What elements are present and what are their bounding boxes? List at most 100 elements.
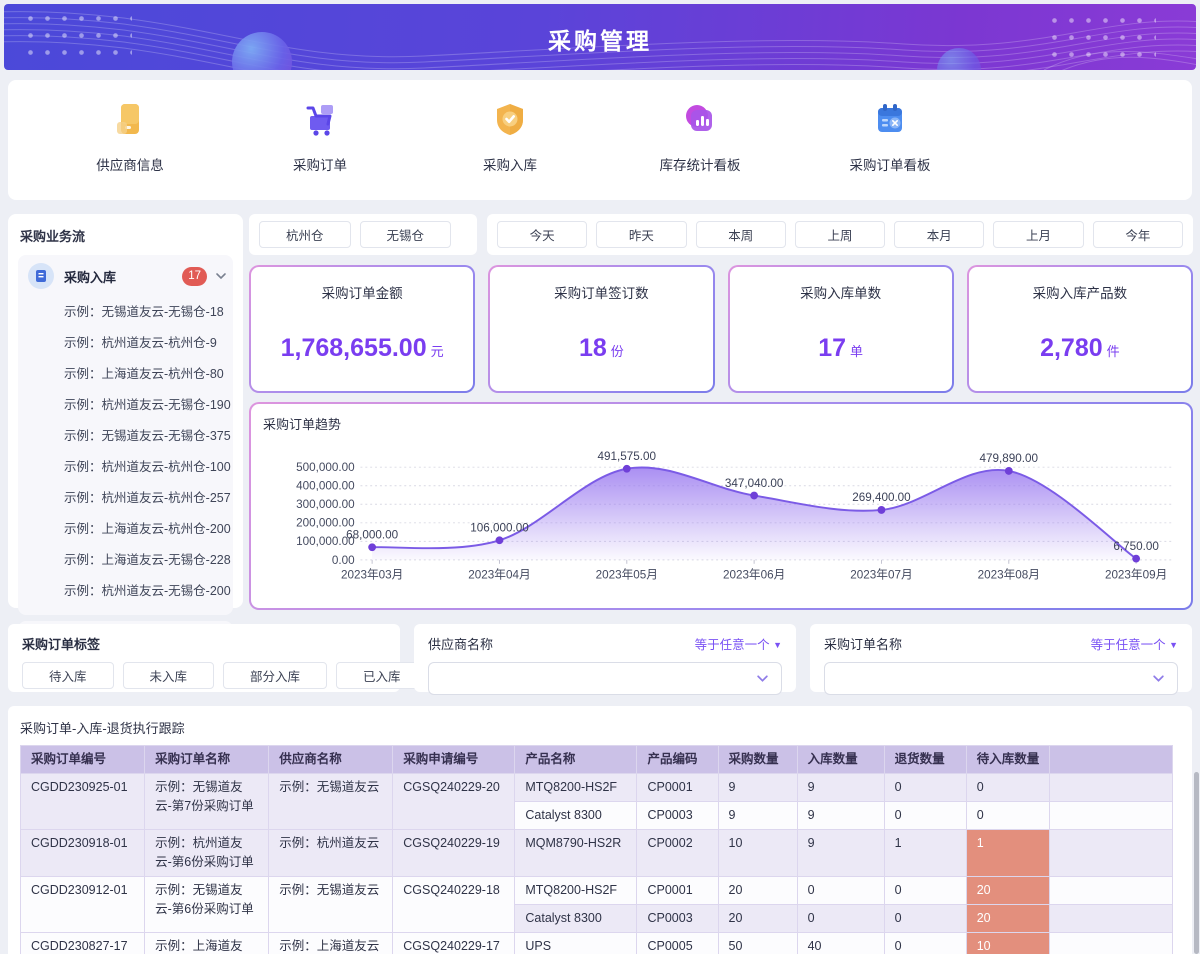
order-name-cell: 示例：无锡道友云-第6份采购订单: [145, 877, 269, 933]
sidebar-doc-item[interactable]: 示例：杭州道友云-杭州仓-100: [24, 450, 227, 481]
table-row[interactable]: CGDD230912-01示例：无锡道友云-第6份采购订单示例：无锡道友云CGS…: [21, 877, 1173, 905]
kpi-value: 17单: [730, 334, 952, 363]
order-name-cell: 示例：上海道友云-第7份采购订单: [145, 933, 269, 954]
order-name-cell: 示例：无锡道友云-第7份采购订单: [145, 774, 269, 830]
period-tab[interactable]: 本月: [894, 221, 984, 248]
product-code-cell: CP0001: [637, 877, 718, 905]
warehouse-tab[interactable]: 杭州仓: [259, 221, 351, 248]
order-tag-button[interactable]: 待入库: [22, 662, 114, 689]
request-no-cell: CGSQ240229-20: [393, 774, 515, 830]
sidebar-doc-item[interactable]: 示例：上海道友云-杭州仓-200: [24, 512, 227, 543]
purchase-qty-cell: 20: [718, 877, 797, 905]
sidebar-doc-item[interactable]: 示例：无锡道友云-无锡仓-18: [24, 295, 227, 326]
svg-text:2023年07月: 2023年07月: [850, 567, 912, 581]
table-row[interactable]: CGDD230918-01示例：杭州道友云-第6份采购订单示例：杭州道友云CGS…: [21, 830, 1173, 877]
svg-text:68,000.00: 68,000.00: [346, 528, 398, 541]
svg-text:2023年06月: 2023年06月: [723, 567, 785, 581]
nav-item-inventory-board[interactable]: 库存统计看板: [640, 100, 760, 174]
main-panel: 杭州仓无锡仓 今天昨天本周上周本月上月今年 采购订单金额1,768,655.00…: [249, 214, 1193, 610]
sidebar-group-inbound: 采购入库 17 示例：无锡道友云-无锡仓-18示例：杭州道友云-杭州仓-9示例：…: [18, 255, 233, 615]
pending-qty-cell: 0: [966, 802, 1049, 830]
product-name-cell: MTQ8200-HS2F: [515, 774, 637, 802]
order-name-select[interactable]: [824, 662, 1178, 695]
product-code-cell: CP0001: [637, 774, 718, 802]
sidebar-doc-item[interactable]: 示例：无锡道友云-无锡仓-375: [24, 419, 227, 450]
product-name-cell: UPS: [515, 933, 637, 954]
purchase-qty-cell: 9: [718, 774, 797, 802]
supplier-select[interactable]: [428, 662, 782, 695]
page-scrollbar-thumb[interactable]: [1194, 772, 1199, 954]
order-tag-button[interactable]: 部分入库: [223, 662, 327, 689]
table-row[interactable]: CGDD230925-01示例：无锡道友云-第7份采购订单示例：无锡道友云CGS…: [21, 774, 1173, 802]
kpi-card: 采购入库单数17单: [728, 265, 954, 393]
supplier-filter-label: 供应商名称: [428, 634, 493, 653]
nav-item-purchase-order[interactable]: 采购订单: [260, 100, 380, 174]
table-body: CGDD230925-01示例：无锡道友云-第7份采购订单示例：无锡道友云CGS…: [21, 774, 1173, 954]
supplier-condition-link[interactable]: 等于任意一个 ▼: [695, 634, 782, 653]
sidebar-doc-item[interactable]: 示例：杭州道友云-无锡仓-200: [24, 574, 227, 605]
chevron-down-icon: [756, 672, 769, 685]
nav-item-order-board[interactable]: 采购订单看板: [830, 100, 950, 174]
warehouse-tab[interactable]: 无锡仓: [360, 221, 452, 248]
table-row[interactable]: CGDD230827-17示例：上海道友云-第7份采购订单示例：上海道友云CGS…: [21, 933, 1173, 954]
kpi-value: 18份: [490, 334, 712, 363]
sidebar-doc-item[interactable]: 示例：上海道友云-无锡仓-228: [24, 543, 227, 574]
nav-item-supplier-info[interactable]: 供应商信息: [70, 100, 190, 174]
document-icon: [28, 263, 54, 289]
filter-row: 采购订单标签 待入库未入库部分入库已入库 供应商名称 等于任意一个 ▼ 采购订单…: [8, 624, 1192, 692]
area-chart-svg: 0.00100,000.00200,000.00300,000.00400,00…: [263, 435, 1179, 595]
period-tab[interactable]: 今年: [1093, 221, 1183, 248]
svg-text:2023年05月: 2023年05月: [596, 567, 658, 581]
table-header-cell: 退货数量: [884, 746, 966, 774]
trend-chart-card: 采购订单趋势 0.00100,000.00200,000.00300,000.0…: [249, 402, 1193, 610]
tracking-table-card: 采购订单-入库-退货执行跟踪 采购订单编号采购订单名称供应商名称采购申请编号产品…: [8, 706, 1192, 954]
inbound-qty-cell: 9: [797, 830, 884, 877]
purchase-qty-cell: 50: [718, 933, 797, 954]
spacer-cell: [1049, 802, 1172, 830]
kpi-title: 采购订单金额: [251, 282, 473, 302]
inbound-qty-cell: 0: [797, 905, 884, 933]
pending-qty-cell: 20: [966, 877, 1049, 905]
request-no-cell: CGSQ240229-19: [393, 830, 515, 877]
sidebar-doc-item[interactable]: 示例：上海道友云-杭州仓-80: [24, 357, 227, 388]
inventory-chart-icon: [681, 100, 719, 138]
period-tab[interactable]: 上月: [993, 221, 1083, 248]
table-header-cell: 供应商名称: [269, 746, 393, 774]
pending-qty-cell: 1: [966, 830, 1049, 877]
nav-item-label: 供应商信息: [70, 154, 190, 174]
order-tag-button[interactable]: 未入库: [123, 662, 215, 689]
sidebar-doc-item[interactable]: 示例：杭州道友云-无锡仓-190: [24, 388, 227, 419]
period-tab[interactable]: 昨天: [596, 221, 686, 248]
period-tab[interactable]: 本周: [696, 221, 786, 248]
period-filter: 今天昨天本周上周本月上月今年: [487, 214, 1193, 255]
svg-text:500,000.00: 500,000.00: [296, 461, 355, 474]
cart-icon: [301, 100, 339, 138]
product-name-cell: MQM8790-HS2R: [515, 830, 637, 877]
nav-item-purchase-inbound[interactable]: 采购入库: [450, 100, 570, 174]
product-code-cell: CP0005: [637, 933, 718, 954]
order-tag-buttons: 待入库未入库部分入库已入库: [22, 662, 386, 689]
order-condition-link[interactable]: 等于任意一个 ▼: [1091, 634, 1178, 653]
tracking-table: 采购订单编号采购订单名称供应商名称采购申请编号产品名称产品编码采购数量入库数量退…: [20, 745, 1173, 954]
request-no-cell: CGSQ240229-17: [393, 933, 515, 954]
inbound-qty-cell: 9: [797, 774, 884, 802]
purchase-qty-cell: 20: [718, 905, 797, 933]
period-tab[interactable]: 上周: [795, 221, 885, 248]
table-header-cell: 产品名称: [515, 746, 637, 774]
period-tab[interactable]: 今天: [497, 221, 587, 248]
table-header-cell: 采购订单编号: [21, 746, 145, 774]
svg-text:269,400.00: 269,400.00: [852, 491, 911, 504]
order-name-cell: 示例：杭州道友云-第6份采购订单: [145, 830, 269, 877]
return-qty-cell: 0: [884, 774, 966, 802]
page-header: 采购管理: [4, 4, 1196, 70]
sidebar-doc-item[interactable]: 示例：杭州道友云-杭州仓-9: [24, 326, 227, 357]
sidebar-doc-item[interactable]: 示例：杭州道友云-杭州仓-257: [24, 481, 227, 512]
table-header-cell: 入库数量: [797, 746, 884, 774]
table-header-cell: 待入库数量: [966, 746, 1049, 774]
table-header-cell: 采购订单名称: [145, 746, 269, 774]
chevron-down-icon: [215, 270, 227, 282]
sidebar-group-inbound-header[interactable]: 采购入库 17: [24, 259, 227, 293]
triangle-down-icon: ▼: [1169, 640, 1178, 650]
table-header-cell: [1049, 746, 1172, 774]
kpi-title: 采购订单签订数: [490, 282, 712, 302]
